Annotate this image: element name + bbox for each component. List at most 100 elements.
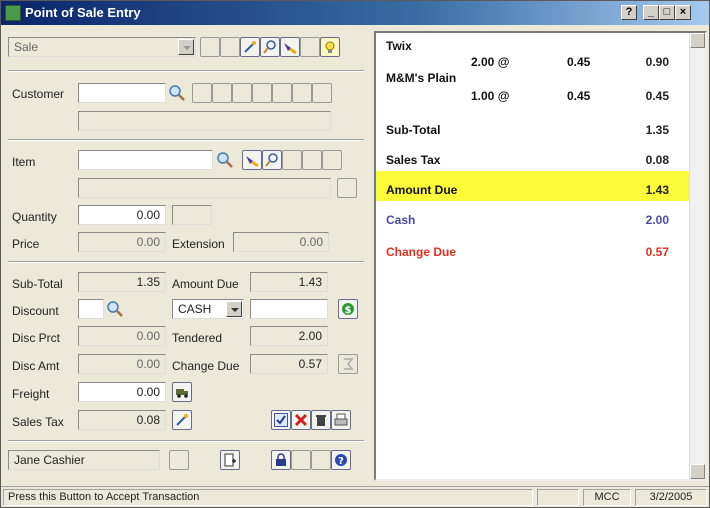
- minimize-button[interactable]: _: [643, 5, 659, 20]
- item-flashlight-button[interactable]: [242, 150, 262, 170]
- receipt-panel: Twix 2.00 @ 0.45 0.90 M&M's Plain 1.00 @…: [374, 31, 707, 481]
- customer-search-icon[interactable]: [168, 84, 186, 102]
- tip-button[interactable]: [320, 37, 340, 57]
- receipt-item-total: 0.45: [645, 89, 669, 103]
- item-search-icon[interactable]: [216, 151, 234, 169]
- receipt-amount-due-label: Amount Due: [386, 183, 458, 197]
- trash-button[interactable]: [311, 410, 331, 430]
- help-icon: ?: [335, 454, 347, 467]
- tax-wand-button[interactable]: [172, 410, 192, 430]
- customer-tool-1[interactable]: [192, 83, 212, 103]
- change-due-field: 0.57: [250, 354, 328, 374]
- blank-button-2[interactable]: [220, 37, 240, 57]
- item-lookup-button[interactable]: [262, 150, 282, 170]
- receipt-cash-value: 2.00: [645, 213, 669, 227]
- receipt-item-price: 0.45: [567, 89, 591, 103]
- lock-button[interactable]: [271, 450, 291, 470]
- customer-label: Customer: [12, 87, 65, 101]
- extension-label: Extension: [172, 237, 225, 251]
- accept-transaction-button[interactable]: [271, 410, 291, 430]
- item-tool-1[interactable]: [282, 150, 302, 170]
- svg-text:$: $: [345, 305, 352, 316]
- price-label: Price: [12, 237, 40, 251]
- item-input[interactable]: [78, 150, 213, 170]
- separator: [8, 70, 364, 72]
- mode-value: Sale: [14, 40, 39, 54]
- new-doc-icon: [224, 453, 236, 467]
- mode-dropdown-button[interactable]: [178, 39, 194, 55]
- receipt-change-label: Change Due: [386, 245, 457, 259]
- close-button[interactable]: ×: [675, 5, 691, 20]
- receipt-item-name: M&M's Plain: [386, 71, 457, 85]
- lookup-icon: [265, 153, 278, 167]
- customer-tool-6[interactable]: [292, 83, 312, 103]
- customer-tool-3[interactable]: [232, 83, 252, 103]
- customer-tool-7[interactable]: [312, 83, 332, 103]
- customer-tool-2[interactable]: [212, 83, 232, 103]
- item-check-button[interactable]: [322, 150, 342, 170]
- lookup-button[interactable]: [260, 37, 280, 57]
- tendered-field: 2.00: [250, 326, 328, 346]
- payment-reference-input[interactable]: [250, 299, 328, 319]
- svg-text:?: ?: [338, 456, 344, 467]
- payment-type-dropdown[interactable]: [226, 301, 242, 317]
- scroll-up-arrow[interactable]: [690, 33, 705, 48]
- print-button[interactable]: [331, 410, 351, 430]
- cashier-field: Jane Cashier: [8, 450, 160, 470]
- price-field: 0.00: [78, 232, 166, 252]
- help-button[interactable]: ?: [331, 450, 351, 470]
- receipt-item-qty: 1.00 @: [471, 89, 510, 103]
- unit-field: [172, 205, 212, 225]
- receipt-scrollbar[interactable]: [689, 33, 705, 479]
- blank-button-3[interactable]: [300, 37, 320, 57]
- cashier-button[interactable]: [169, 450, 189, 470]
- item-note-button[interactable]: [337, 178, 357, 198]
- cash-icon: $: [342, 303, 354, 316]
- receipt-change-value: 0.57: [645, 245, 669, 259]
- freight-label: Freight: [12, 387, 50, 401]
- discount-label: Discount: [12, 304, 59, 318]
- subtotal-field: 1.35: [78, 272, 166, 292]
- customer-tool-5[interactable]: [272, 83, 292, 103]
- blank-button-1[interactable]: [200, 37, 220, 57]
- cancel-transaction-button[interactable]: [291, 410, 311, 430]
- item-label: Item: [12, 155, 36, 169]
- change-due-label: Change Due: [172, 359, 240, 373]
- blank-button-4[interactable]: [291, 450, 311, 470]
- calc-button[interactable]: [338, 354, 358, 374]
- separator: [8, 440, 364, 442]
- customer-tool-4[interactable]: [252, 83, 272, 103]
- quantity-input[interactable]: 0.00: [78, 205, 166, 225]
- customer-input[interactable]: [78, 83, 166, 103]
- new-document-button[interactable]: [220, 450, 240, 470]
- extension-field: 0.00: [233, 232, 329, 252]
- subtotal-label: Sub-Total: [12, 277, 63, 291]
- discount-search-icon[interactable]: [106, 300, 124, 318]
- discount-input[interactable]: [78, 299, 104, 319]
- blank-button-5[interactable]: [311, 450, 331, 470]
- quantity-label: Quantity: [12, 210, 57, 224]
- wand-button[interactable]: [240, 37, 260, 57]
- customer-name-field: [78, 111, 331, 131]
- help-title-button[interactable]: ?: [621, 5, 637, 20]
- payment-type-value: CASH: [178, 302, 212, 316]
- receipt-item-total: 0.90: [645, 55, 669, 69]
- freight-input[interactable]: 0.00: [78, 382, 166, 402]
- freight-button[interactable]: [172, 382, 192, 402]
- lock-icon: [276, 453, 286, 466]
- flashlight-icon: [246, 156, 259, 167]
- flashlight-icon: [284, 43, 297, 54]
- disc-amt-field: 0.00: [78, 354, 166, 374]
- window-title: Point of Sale Entry: [25, 5, 141, 20]
- cash-button[interactable]: $: [338, 299, 358, 319]
- maximize-button[interactable]: □: [659, 5, 675, 20]
- status-panel-blank: [537, 489, 579, 506]
- scroll-down-arrow[interactable]: [690, 464, 705, 479]
- mode-select[interactable]: Sale: [8, 37, 196, 57]
- trash-icon: [316, 415, 326, 426]
- entry-panel: Sale Customer Item Quantity 0.00 Price 0…: [4, 28, 369, 483]
- receipt-tax-label: Sales Tax: [386, 153, 441, 167]
- flashlight-button[interactable]: [280, 37, 300, 57]
- item-tool-2[interactable]: [302, 150, 322, 170]
- receipt-amount-due-value: 1.43: [645, 183, 669, 197]
